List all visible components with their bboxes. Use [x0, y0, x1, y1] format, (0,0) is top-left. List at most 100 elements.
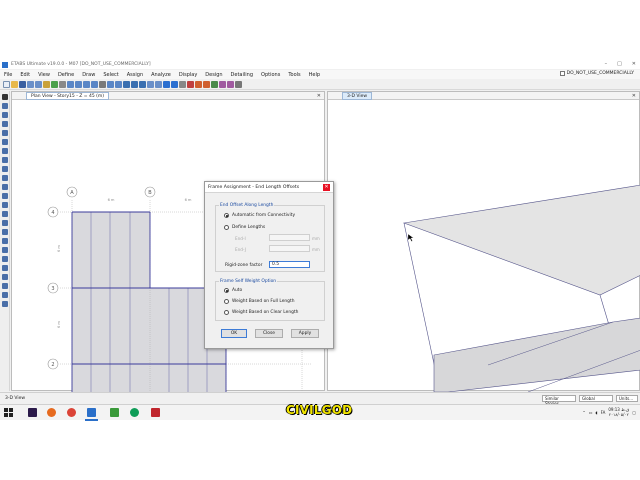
display-forces-icon[interactable] — [203, 81, 210, 88]
draw-frame-icon[interactable] — [1, 112, 8, 118]
camtasia-icon[interactable] — [110, 408, 119, 417]
display-loads-icon[interactable] — [187, 81, 194, 88]
minimize-icon[interactable]: – — [605, 61, 608, 67]
notifications-icon[interactable]: ▢ — [632, 410, 636, 415]
save-icon[interactable] — [19, 81, 26, 88]
close-plan-view-icon[interactable]: ✕ — [317, 92, 321, 100]
stories-select[interactable]: Similar Stories — [542, 395, 576, 406]
draw-rect-floor-icon[interactable] — [1, 166, 8, 172]
get-previous-selection-icon[interactable] — [1, 283, 8, 289]
draw-link-icon[interactable] — [1, 148, 8, 154]
pan-icon[interactable] — [99, 81, 106, 88]
draw-floor-icon[interactable] — [1, 157, 8, 163]
draw-wall-stack-icon[interactable] — [1, 256, 8, 262]
menu-edit[interactable]: Edit — [16, 72, 34, 78]
lock-icon[interactable] — [43, 81, 50, 88]
dialog-close-icon[interactable]: ✕ — [323, 184, 330, 191]
radio-selected-icon[interactable] — [224, 213, 229, 218]
refresh-icon[interactable] — [115, 81, 122, 88]
draw-joint-icon[interactable] — [1, 103, 8, 109]
close-button[interactable]: Close — [255, 329, 283, 338]
radio-define-lengths[interactable]: Define Lengths — [224, 225, 265, 230]
menu-view[interactable]: View — [34, 72, 54, 78]
menu-file[interactable]: File — [0, 72, 16, 78]
3d-view-canvas[interactable] — [328, 100, 640, 392]
design-icon[interactable] — [219, 81, 226, 88]
firefox-icon[interactable] — [47, 408, 56, 417]
display-tables-icon[interactable] — [211, 81, 218, 88]
radio-sw-clear-length[interactable]: Weight Based on Clear Length — [224, 310, 298, 315]
maximize-icon[interactable]: □ — [617, 61, 622, 67]
quick-draw-floor-icon[interactable] — [1, 175, 8, 181]
plan-view-tab[interactable]: Plan View - Story15 - Z = 45 (m) — [26, 92, 110, 100]
3d-view-pane[interactable]: 3-D View ✕ — [327, 91, 640, 392]
clear-selection-icon[interactable] — [1, 292, 8, 298]
snap-icon[interactable] — [1, 301, 8, 307]
menu-display[interactable]: Display — [175, 72, 201, 78]
select-pointer-icon[interactable] — [1, 94, 8, 100]
menu-select[interactable]: Select — [99, 72, 122, 78]
options-icon[interactable] — [235, 81, 242, 88]
menu-detailing[interactable]: Detailing — [227, 72, 257, 78]
close-3d-view-icon[interactable]: ✕ — [632, 92, 636, 100]
volume-icon[interactable]: ◖ — [596, 410, 598, 415]
menu-design[interactable]: Design — [201, 72, 226, 78]
perspective-icon[interactable] — [155, 81, 162, 88]
menu-options[interactable]: Options — [257, 72, 284, 78]
clock[interactable]: 09:13 ق.ظ ۲۰۱۸/۰۵/۰۲ — [608, 407, 629, 417]
draw-opening-icon[interactable] — [1, 202, 8, 208]
chrome-2-icon[interactable] — [130, 408, 139, 417]
coord-system-select[interactable]: Global — [579, 395, 613, 402]
recorder-icon[interactable] — [151, 408, 160, 417]
menu-tools[interactable]: Tools — [284, 72, 304, 78]
move-up-icon[interactable] — [163, 81, 170, 88]
draw-column-icon[interactable] — [1, 130, 8, 136]
zoom-out-icon[interactable] — [75, 81, 82, 88]
draw-beam-icon[interactable] — [1, 121, 8, 127]
radio-unselected-icon[interactable] — [224, 225, 229, 230]
draw-slab-icon[interactable] — [1, 211, 8, 217]
draw-strip-icon[interactable] — [1, 247, 8, 253]
zoom-window-icon[interactable] — [91, 81, 98, 88]
end-j-input[interactable] — [269, 245, 310, 252]
rotate-icon[interactable] — [147, 81, 154, 88]
radio-sw-auto[interactable]: Auto — [224, 288, 242, 293]
draw-wall-icon[interactable] — [1, 184, 8, 190]
run-analysis-icon[interactable] — [51, 81, 58, 88]
photoshop-icon[interactable] — [28, 408, 37, 417]
3d-view-icon[interactable] — [123, 81, 130, 88]
tray-arrow-icon[interactable]: ⌃ — [582, 410, 585, 415]
menu-define[interactable]: Define — [54, 72, 78, 78]
etabs-taskbar-icon[interactable] — [87, 408, 96, 417]
ok-button[interactable]: OK — [221, 329, 247, 338]
language-indicator[interactable]: FA — [601, 410, 606, 415]
draw-section-cut-icon[interactable] — [1, 265, 8, 271]
chrome-icon[interactable] — [67, 408, 76, 417]
end-i-input[interactable] — [269, 234, 310, 241]
show-undeformed-icon[interactable] — [179, 81, 186, 88]
draw-reference-point-icon[interactable] — [1, 229, 8, 235]
quick-draw-wall-icon[interactable] — [1, 193, 8, 199]
menu-help[interactable]: Help — [305, 72, 324, 78]
select-all-icon[interactable] — [1, 274, 8, 280]
menu-analyze[interactable]: Analyze — [147, 72, 175, 78]
redo-icon[interactable] — [35, 81, 42, 88]
rubber-band-icon[interactable] — [107, 81, 114, 88]
open-icon[interactable] — [11, 81, 18, 88]
detailing-icon[interactable] — [227, 81, 234, 88]
radio-sw-full-length[interactable]: Weight Based on Full Length — [224, 299, 294, 304]
display-deformed-icon[interactable] — [195, 81, 202, 88]
rigid-zone-input[interactable]: 0.5 — [269, 261, 310, 268]
windows-start-icon[interactable] — [4, 408, 13, 417]
radio-automatic-connectivity[interactable]: Automatic from Connectivity — [224, 213, 295, 218]
radio-selected-icon[interactable] — [224, 288, 229, 293]
undo-icon[interactable] — [27, 81, 34, 88]
3d-view-tab[interactable]: 3-D View — [342, 92, 373, 100]
plan-view-icon[interactable] — [131, 81, 138, 88]
network-icon[interactable]: ▭ — [589, 410, 593, 415]
apply-button[interactable]: Apply — [291, 329, 319, 338]
menu-draw[interactable]: Draw — [78, 72, 99, 78]
new-model-icon[interactable] — [3, 81, 10, 88]
pointer-icon[interactable] — [59, 81, 66, 88]
move-down-icon[interactable] — [171, 81, 178, 88]
